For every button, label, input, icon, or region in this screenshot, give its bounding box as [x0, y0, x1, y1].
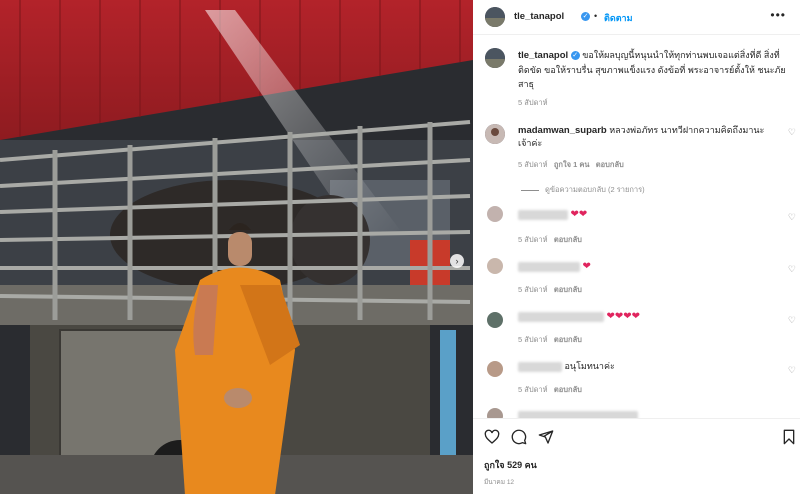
- comment-avatar[interactable]: [485, 124, 505, 144]
- comments-section[interactable]: tle_tanapol ✓ ขอให้ผลบุญนี้หนุนนำให้ทุกท…: [473, 34, 800, 418]
- caption-avatar[interactable]: [485, 48, 505, 68]
- author-username[interactable]: tle_tanapol: [514, 11, 564, 22]
- view-replies-toggle[interactable]: ดูข้อความตอบกลับ (2 รายการ): [521, 184, 645, 196]
- comment-likes[interactable]: ถูกใจ 1 คน: [554, 160, 590, 169]
- comment-meta: 5 สัปดาห์ ถูกใจ 1 คน ตอบกลับ: [518, 159, 624, 171]
- post-caption: tle_tanapol ✓ ขอให้ผลบุญนี้หนุนนำให้ทุกท…: [518, 48, 790, 91]
- comment-reply-button[interactable]: ตอบกลับ: [554, 235, 582, 244]
- comment-avatar[interactable]: [487, 408, 503, 418]
- replies-line: [521, 189, 539, 191]
- comment-meta: 5 สัปดาห์ ตอบกลับ: [518, 384, 582, 396]
- comment-item: ❤❤: [518, 208, 778, 221]
- comment-icon[interactable]: [511, 429, 527, 445]
- caption-timestamp[interactable]: 5 สัปดาห์: [518, 97, 548, 109]
- post-details-panel: tle_tanapol ✓ • ติดตาม ••• tle_tanapol ✓…: [473, 0, 800, 494]
- share-icon[interactable]: [538, 429, 554, 445]
- next-image-button[interactable]: ›: [450, 254, 464, 268]
- verified-badge-icon: ✓: [570, 51, 580, 61]
- comment-item: ❤❤❤❤: [518, 310, 778, 323]
- comment-timestamp[interactable]: 5 สัปดาห์: [518, 385, 548, 394]
- comment-meta: 5 สัปดาห์ ตอบกลับ: [518, 284, 582, 296]
- comment-like-heart-icon[interactable]: ♡: [788, 127, 796, 138]
- blurred-username[interactable]: [518, 261, 580, 272]
- comment-meta: 5 สัปดาห์ ตอบกลับ: [518, 334, 582, 346]
- comment-timestamp[interactable]: 5 สัปดาห์: [518, 335, 548, 344]
- comment-reply-button[interactable]: ตอบกลับ: [554, 335, 582, 344]
- comment-like-heart-icon[interactable]: ♡: [788, 315, 796, 326]
- comment-avatar[interactable]: [487, 258, 503, 274]
- separator-dot: •: [594, 11, 598, 21]
- comment-item: อนุโมทนาค่ะ: [518, 360, 778, 373]
- blurred-comment: [518, 411, 638, 418]
- comment-like-heart-icon[interactable]: ♡: [788, 264, 796, 275]
- comment-like-heart-icon[interactable]: ♡: [788, 365, 796, 376]
- comment-avatar[interactable]: [487, 361, 503, 377]
- follow-button[interactable]: ติดตาม: [604, 11, 633, 25]
- comment-item: madamwan_suparb หลวงพ่อภัทร นาทวีฝากความ…: [518, 124, 778, 150]
- comment-reply-button[interactable]: ตอบกลับ: [596, 160, 624, 169]
- comment-avatar[interactable]: [487, 312, 503, 328]
- comment-item: ❤: [518, 260, 778, 273]
- comment-timestamp[interactable]: 5 สัปดาห์: [518, 235, 548, 244]
- comment-text: อนุโมทนาค่ะ: [564, 361, 615, 371]
- more-options-icon[interactable]: •••: [770, 8, 786, 22]
- view-replies-label: ดูข้อความตอบกลับ (2 รายการ): [545, 185, 645, 194]
- post-date[interactable]: มีนาคม 12: [484, 477, 514, 487]
- author-avatar[interactable]: [485, 7, 505, 27]
- caption-username[interactable]: tle_tanapol: [518, 50, 568, 61]
- comment-meta: 5 สัปดาห์ ตอบกลับ: [518, 234, 582, 246]
- like-count[interactable]: ถูกใจ 529 คน: [484, 458, 537, 472]
- comment-username[interactable]: madamwan_suparb: [518, 125, 607, 136]
- comment-like-heart-icon[interactable]: ♡: [788, 212, 796, 223]
- instagram-post-window: › tle_tanapol ✓ • ติดตาม ••• tle_tanapol…: [0, 0, 800, 494]
- blurred-username[interactable]: [518, 361, 562, 372]
- chevron-right-icon: ›: [455, 256, 459, 266]
- heart-icon[interactable]: [484, 429, 500, 445]
- comment-avatar[interactable]: [487, 206, 503, 222]
- comment-emoji: ❤❤❤❤: [606, 311, 641, 322]
- bookmark-icon[interactable]: [781, 429, 797, 445]
- verified-badge-icon: ✓: [581, 12, 590, 21]
- post-header: tle_tanapol ✓ • ติดตาม •••: [473, 0, 800, 35]
- post-actions-bar: ถูกใจ 529 คน มีนาคม 12: [473, 418, 800, 495]
- blurred-username[interactable]: [518, 311, 604, 322]
- post-photo[interactable]: ›: [0, 0, 473, 494]
- comment-reply-button[interactable]: ตอบกลับ: [554, 285, 582, 294]
- comment-emoji: ❤: [582, 261, 591, 272]
- comment-reply-button[interactable]: ตอบกลับ: [554, 385, 582, 394]
- photo-scene: [0, 0, 473, 494]
- comment-timestamp[interactable]: 5 สัปดาห์: [518, 285, 548, 294]
- comment-emoji: ❤❤: [570, 209, 588, 220]
- blurred-username[interactable]: [518, 209, 568, 220]
- comment-timestamp[interactable]: 5 สัปดาห์: [518, 160, 548, 169]
